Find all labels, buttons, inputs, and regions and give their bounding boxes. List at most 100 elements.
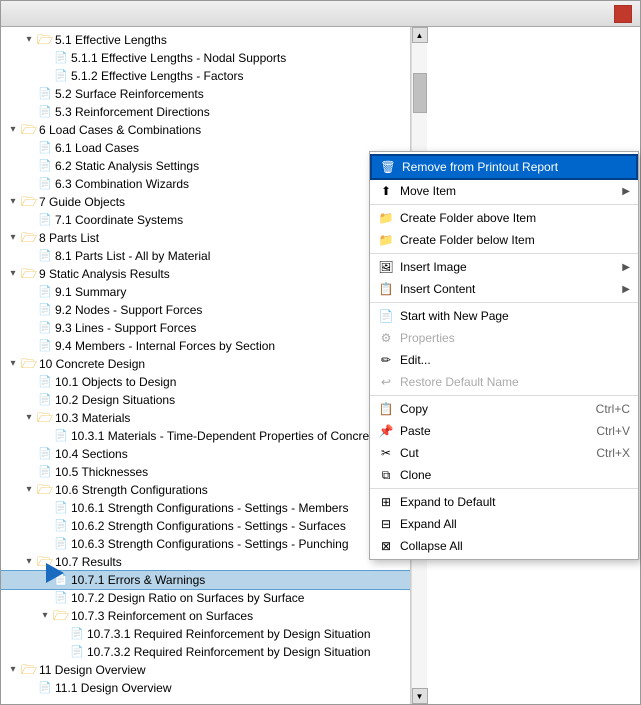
tree-toggle[interactable]: ▾	[5, 356, 21, 372]
tree-item-10[interactable]: ▾🗁10 Concrete Design	[1, 355, 410, 373]
page-icon: 📄	[53, 518, 69, 534]
menu-item-edit[interactable]: ✏Edit...	[370, 349, 638, 371]
tree-item-5-1-1[interactable]: 📄5.1.1 Effective Lengths - Nodal Support…	[1, 49, 410, 67]
menu-item-copy[interactable]: 📋CopyCtrl+C	[370, 398, 638, 420]
tree-item-10-2[interactable]: 📄10.2 Design Situations	[1, 391, 410, 409]
tree-panel[interactable]: ▾🗁5.1 Effective Lengths📄5.1.1 Effective …	[1, 27, 411, 704]
menu-item-cut[interactable]: ✂CutCtrl+X	[370, 442, 638, 464]
tree-item-11-1[interactable]: 📄11.1 Design Overview	[1, 679, 410, 697]
tree-label: 9.4 Members - Internal Forces by Section	[55, 338, 275, 354]
menu-item-insert_image[interactable]: 🖼Insert Image▶	[370, 256, 638, 278]
tree-item-10-6-3[interactable]: 📄10.6.3 Strength Configurations - Settin…	[1, 535, 410, 553]
tree-item-10-3[interactable]: ▾🗁10.3 Materials	[1, 409, 410, 427]
tree-toggle[interactable]: ▾	[5, 122, 21, 138]
tree-item-10-3-1[interactable]: 📄10.3.1 Materials - Time-Dependent Prope…	[1, 427, 410, 445]
tree-spacer	[21, 302, 37, 318]
tree-item-9-4[interactable]: 📄9.4 Members - Internal Forces by Sectio…	[1, 337, 410, 355]
tree-item-10-6-2[interactable]: 📄10.6.2 Strength Configurations - Settin…	[1, 517, 410, 535]
tree-label: 6 Load Cases & Combinations	[39, 122, 201, 138]
page-icon: 📄	[37, 140, 53, 156]
close-button[interactable]	[614, 5, 632, 23]
folder-icon: 🗁	[37, 32, 53, 48]
tree-toggle[interactable]: ▾	[5, 230, 21, 246]
menu-item-move[interactable]: ⬆Move Item▶	[370, 180, 638, 202]
tree-label: 10.7.1 Errors & Warnings	[71, 572, 205, 588]
tree-item-5-3[interactable]: 📄5.3 Reinforcement Directions	[1, 103, 410, 121]
page-icon: 📄	[37, 302, 53, 318]
tree-toggle[interactable]: ▾	[5, 266, 21, 282]
folder-icon: 🗁	[21, 194, 37, 210]
tree-item-5-2[interactable]: 📄5.2 Surface Reinforcements	[1, 85, 410, 103]
menu-shortcut: Ctrl+C	[596, 402, 630, 416]
menu-item-collapse_all[interactable]: ⊠Collapse All	[370, 535, 638, 557]
tree-toggle[interactable]: ▾	[21, 554, 37, 570]
tree-spacer	[21, 176, 37, 192]
scroll-thumb[interactable]	[413, 73, 427, 113]
tree-label: 10.6 Strength Configurations	[55, 482, 208, 498]
tree-toggle[interactable]: ▾	[5, 194, 21, 210]
tree-toggle[interactable]: ▾	[37, 608, 53, 624]
tree-item-9-3[interactable]: 📄9.3 Lines - Support Forces	[1, 319, 410, 337]
page-icon: 📄	[37, 374, 53, 390]
menu-label: Create Folder above Item	[400, 211, 630, 225]
tree-item-7-1[interactable]: 📄7.1 Coordinate Systems	[1, 211, 410, 229]
tree-label: 8 Parts List	[39, 230, 99, 246]
tree-item-5-1-2[interactable]: 📄5.1.2 Effective Lengths - Factors	[1, 67, 410, 85]
page-icon: 📄	[37, 320, 53, 336]
menu-item-folder_above[interactable]: 📁Create Folder above Item	[370, 207, 638, 229]
menu-item-clone[interactable]: ⧉Clone	[370, 464, 638, 486]
tree-item-6[interactable]: ▾🗁6 Load Cases & Combinations	[1, 121, 410, 139]
tree-item-10-7-3-2[interactable]: 📄10.7.3.2 Required Reinforcement by Desi…	[1, 643, 410, 661]
page-icon: 📄	[37, 338, 53, 354]
tree-item-9-2[interactable]: 📄9.2 Nodes - Support Forces	[1, 301, 410, 319]
expand_all-icon: ⊟	[376, 516, 396, 532]
menu-label: Create Folder below Item	[400, 233, 630, 247]
page-icon: 📄	[37, 248, 53, 264]
menu-item-new_page[interactable]: 📄Start with New Page	[370, 305, 638, 327]
tree-spacer	[21, 464, 37, 480]
tree-item-10-5[interactable]: 📄10.5 Thicknesses	[1, 463, 410, 481]
tree-item-8-1[interactable]: 📄8.1 Parts List - All by Material	[1, 247, 410, 265]
tree-item-10-4[interactable]: 📄10.4 Sections	[1, 445, 410, 463]
tree-item-10-7-3-1[interactable]: 📄10.7.3.1 Required Reinforcement by Desi…	[1, 625, 410, 643]
menu-item-restore: ↩Restore Default Name	[370, 371, 638, 393]
tree-item-8[interactable]: ▾🗁8 Parts List	[1, 229, 410, 247]
tree-label: 10.6.3 Strength Configurations - Setting…	[71, 536, 349, 552]
clone-icon: ⧉	[376, 467, 396, 483]
tree-item-10-6-1[interactable]: 📄10.6.1 Strength Configurations - Settin…	[1, 499, 410, 517]
menu-item-remove[interactable]: 🗑Remove from Printout Report	[370, 154, 638, 180]
menu-item-paste[interactable]: 📌PasteCtrl+V	[370, 420, 638, 442]
menu-label: Insert Content	[400, 282, 622, 296]
tree-item-10-6[interactable]: ▾🗁10.6 Strength Configurations	[1, 481, 410, 499]
tree-toggle[interactable]: ▾	[5, 662, 21, 678]
tree-item-6-1[interactable]: 📄6.1 Load Cases	[1, 139, 410, 157]
menu-label: Paste	[400, 424, 588, 438]
tree-toggle[interactable]: ▾	[21, 410, 37, 426]
tree-item-6-2[interactable]: 📄6.2 Static Analysis Settings	[1, 157, 410, 175]
menu-label: Edit...	[400, 353, 630, 367]
menu-item-properties: ⚙Properties	[370, 327, 638, 349]
tree-spacer	[21, 680, 37, 696]
tree-item-6-3[interactable]: 📄6.3 Combination Wizards	[1, 175, 410, 193]
menu-separator	[370, 302, 638, 303]
tree-item-9[interactable]: ▾🗁9 Static Analysis Results	[1, 265, 410, 283]
menu-item-insert_content[interactable]: 📋Insert Content▶	[370, 278, 638, 300]
tree-toggle[interactable]: ▾	[21, 32, 37, 48]
scroll-up-button[interactable]: ▲	[412, 27, 428, 43]
menu-item-folder_below[interactable]: 📁Create Folder below Item	[370, 229, 638, 251]
tree-item-10-1[interactable]: 📄10.1 Objects to Design	[1, 373, 410, 391]
menu-item-expand_default[interactable]: ⊞Expand to Default	[370, 491, 638, 513]
tree-item-10-7-2[interactable]: 📄10.7.2 Design Ratio on Surfaces by Surf…	[1, 589, 410, 607]
tree-label: 6.3 Combination Wizards	[55, 176, 189, 192]
tree-item-9-1[interactable]: 📄9.1 Summary	[1, 283, 410, 301]
scroll-down-button[interactable]: ▼	[412, 688, 428, 704]
tree-item-11[interactable]: ▾🗁11 Design Overview	[1, 661, 410, 679]
page-icon: 📄	[53, 68, 69, 84]
tree-spacer	[21, 284, 37, 300]
tree-item-10-7-3[interactable]: ▾🗁10.7.3 Reinforcement on Surfaces	[1, 607, 410, 625]
tree-toggle[interactable]: ▾	[21, 482, 37, 498]
page-icon: 📄	[37, 284, 53, 300]
tree-item-7[interactable]: ▾🗁7 Guide Objects	[1, 193, 410, 211]
menu-item-expand_all[interactable]: ⊟Expand All	[370, 513, 638, 535]
tree-item-5-1[interactable]: ▾🗁5.1 Effective Lengths	[1, 31, 410, 49]
